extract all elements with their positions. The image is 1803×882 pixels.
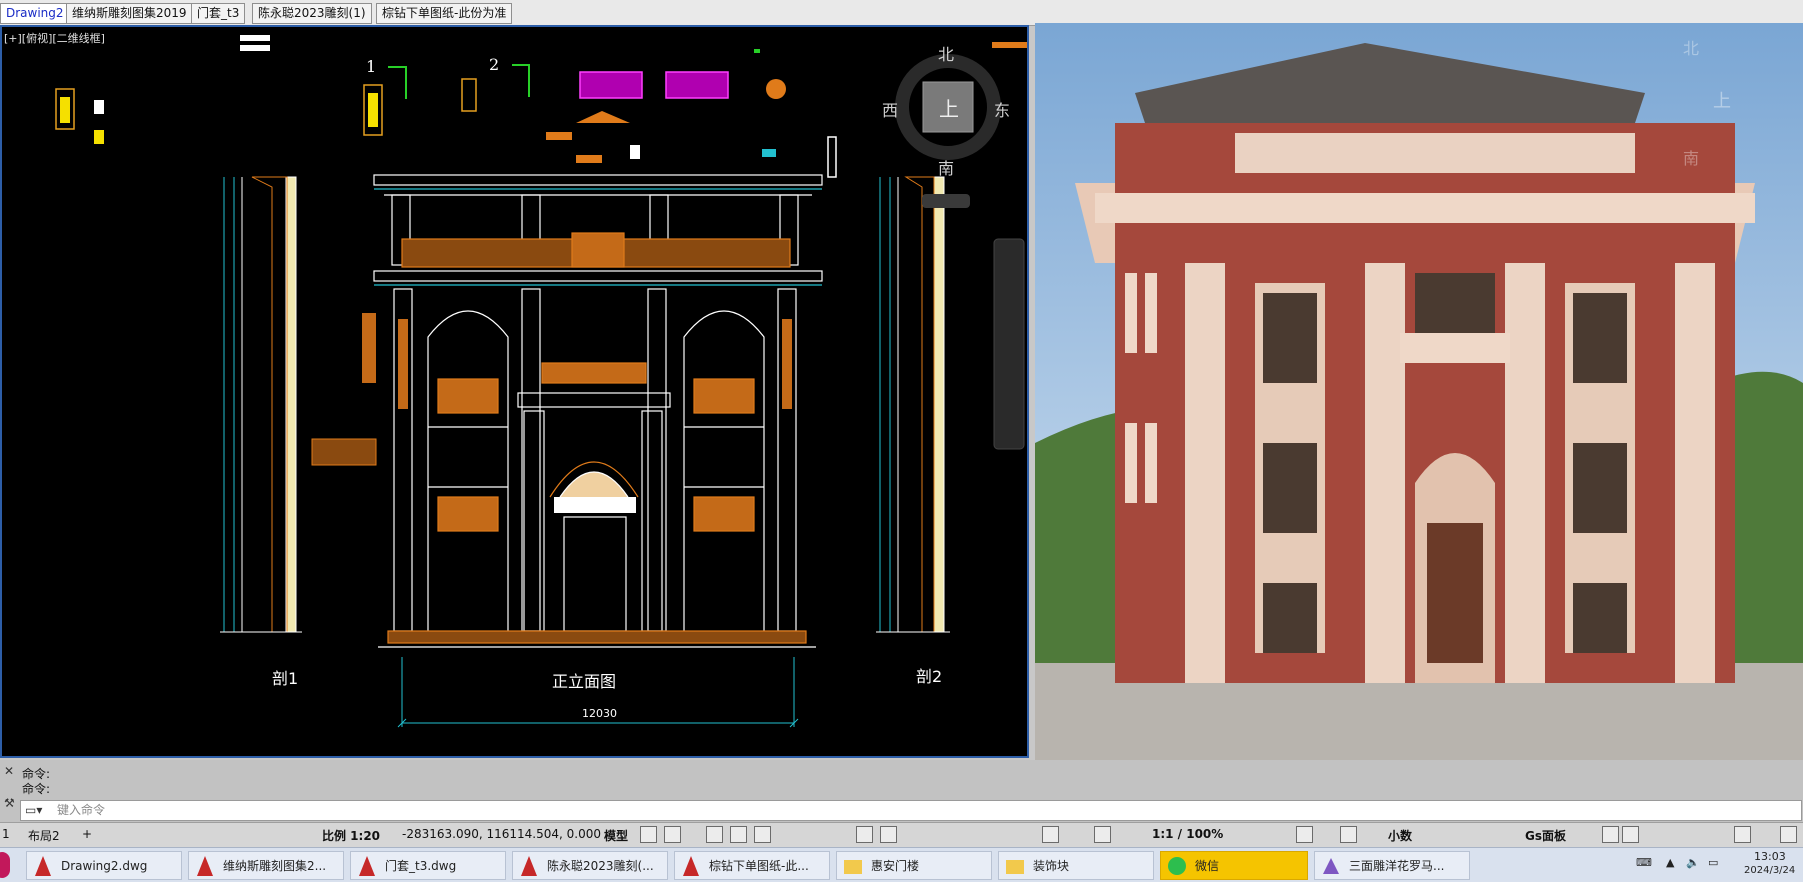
selection-cycling-icon[interactable]	[880, 826, 897, 843]
snap-icon[interactable]	[664, 826, 681, 843]
add-layout-button[interactable]: +	[82, 827, 92, 841]
command-placeholder: 键入命令	[57, 803, 106, 817]
taskbar-item-door-frame[interactable]: 门套_t3.dwg	[350, 851, 506, 880]
compass-north[interactable]: 北	[938, 41, 954, 65]
autocad-icon	[359, 856, 375, 876]
autocad-icon	[35, 856, 51, 876]
volume-icon[interactable]: 🔈	[1686, 856, 1700, 869]
app-icon	[1323, 858, 1339, 874]
marker-2: 2	[489, 55, 500, 74]
section-2-label: 剖2	[916, 667, 943, 686]
taskbar-item-wechat[interactable]: 微信	[1160, 851, 1308, 880]
taskbar-item-decor-block[interactable]: 装饰块	[998, 851, 1154, 880]
model-space-button[interactable]: 模型	[604, 827, 628, 844]
command-dropdown-icon[interactable]: ▭▾	[25, 801, 42, 820]
dimension-value: 12030	[582, 707, 617, 720]
folder-icon	[844, 860, 862, 874]
status-bar: 1 布局2 + 比例 1:20 -283163.090, 116114.504,…	[0, 822, 1803, 847]
tab-venus-carving[interactable]: 维纳斯雕刻图集2019	[66, 3, 193, 24]
layout-tab-model[interactable]: 1	[2, 827, 10, 841]
panel-ornament	[311, 438, 377, 466]
villa-illustration	[1035, 23, 1803, 760]
elevation-title: 正立面图	[552, 672, 617, 691]
annotation-monitor-icon[interactable]	[1042, 826, 1059, 843]
close-icon[interactable]: ✕	[4, 764, 16, 778]
section-2	[876, 176, 950, 633]
annotation-visibility-icon[interactable]	[1094, 826, 1111, 843]
gear-icon[interactable]	[1296, 826, 1313, 843]
clock-date[interactable]: 2024/3/24	[1744, 865, 1795, 876]
view-cube	[895, 54, 1001, 208]
wrench-icon[interactable]: ⚒	[4, 796, 16, 810]
annotation-scale[interactable]: 1:1 / 100%	[1152, 827, 1223, 841]
grid-icon[interactable]	[640, 826, 657, 843]
taskbar-item-venus[interactable]: 维纳斯雕刻图集2...	[188, 851, 344, 880]
cad-drawing	[55, 35, 1027, 728]
network-icon[interactable]: ▭	[1708, 856, 1718, 869]
taskbar-item-brown-drill[interactable]: 棕钻下单图纸-此...	[674, 851, 830, 880]
render-compass-top: 上	[1713, 91, 1731, 112]
side-ornament	[362, 313, 376, 383]
compass-south[interactable]: 南	[938, 155, 954, 179]
customization-icon[interactable]	[1780, 826, 1797, 843]
hardware-acceleration-icon[interactable]	[1622, 826, 1639, 843]
layout-tab-layout2[interactable]: 布局2	[28, 827, 60, 844]
taskbar-item-huian-gate[interactable]: 惠安门楼	[836, 851, 992, 880]
command-panel: ✕ ⚒ 命令: 命令: ▭▾ 键入命令	[0, 760, 1803, 822]
lineweight-icon[interactable]	[856, 826, 873, 843]
tab-door-frame[interactable]: 门套_t3	[191, 3, 246, 24]
tab-chen-carving[interactable]: 陈永聪2023雕刻(1)	[252, 3, 372, 24]
section-1-label: 剖1	[272, 669, 299, 688]
front-elevation	[373, 174, 823, 648]
compass-east[interactable]: 东	[994, 97, 1010, 121]
units-selector[interactable]: 小数	[1388, 827, 1412, 844]
clean-screen-icon[interactable]	[1734, 826, 1751, 843]
autocad-icon	[521, 856, 537, 876]
ortho-icon[interactable]	[706, 826, 723, 843]
taskbar: Drawing2.dwg 维纳斯雕刻图集2... 门套_t3.dwg 陈永聪20…	[0, 847, 1803, 882]
notification-arrow-icon[interactable]: ▲	[1666, 856, 1674, 869]
wechat-icon	[1168, 857, 1186, 875]
villa-render-image: 北 上 南	[1035, 23, 1803, 760]
render-compass-south: 南	[1683, 149, 1700, 168]
osnap-icon[interactable]	[754, 826, 771, 843]
autocad-icon	[197, 856, 213, 876]
coordinates-readout: -283163.090, 116114.504, 0.000	[402, 827, 601, 841]
folder-icon	[1006, 860, 1024, 874]
taskbar-item-chen-carving[interactable]: 陈永聪2023雕刻(...	[512, 851, 668, 880]
scale-label[interactable]: 比例 1:20	[322, 827, 380, 844]
start-button[interactable]	[0, 852, 10, 878]
cad-viewport[interactable]: [+][俯视][二维线框] 1 2 剖1 剖2 正立面图 12030 北 南 西…	[0, 25, 1029, 758]
autocad-icon	[683, 856, 699, 876]
taskbar-item-drawing2[interactable]: Drawing2.dwg	[26, 851, 182, 880]
keyboard-icon[interactable]: ⌨	[1636, 856, 1652, 869]
taskbar-item-roman-carving[interactable]: 三面雕洋花罗马...	[1314, 851, 1470, 880]
command-history-line-2: 命令:	[22, 782, 51, 796]
tab-brown-drill-order[interactable]: 棕钻下单图纸-此份为准	[376, 3, 513, 24]
polar-icon[interactable]	[730, 826, 747, 843]
section-1	[220, 176, 302, 633]
render-compass-north: 北	[1683, 39, 1700, 58]
marker-1: 1	[366, 57, 377, 76]
plus-icon[interactable]	[1340, 826, 1357, 843]
command-input[interactable]: ▭▾ 键入命令	[20, 800, 1802, 821]
viewcube-top-face[interactable]: 上	[939, 93, 959, 122]
compass-west[interactable]: 西	[882, 97, 898, 121]
clock-time[interactable]: 13:03	[1754, 850, 1786, 863]
command-panel-grip[interactable]: ✕ ⚒	[4, 764, 16, 820]
tab-drawing2[interactable]: Drawing2	[0, 3, 70, 24]
navigation-bar[interactable]	[993, 238, 1025, 450]
isolate-icon[interactable]	[1602, 826, 1619, 843]
workspace-selector[interactable]: Gs面板	[1525, 827, 1566, 844]
